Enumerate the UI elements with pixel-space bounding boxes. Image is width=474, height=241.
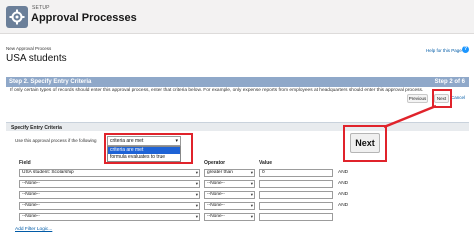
callout-arrow-line [383,104,437,129]
next-button-callout[interactable]: Next [350,133,380,153]
